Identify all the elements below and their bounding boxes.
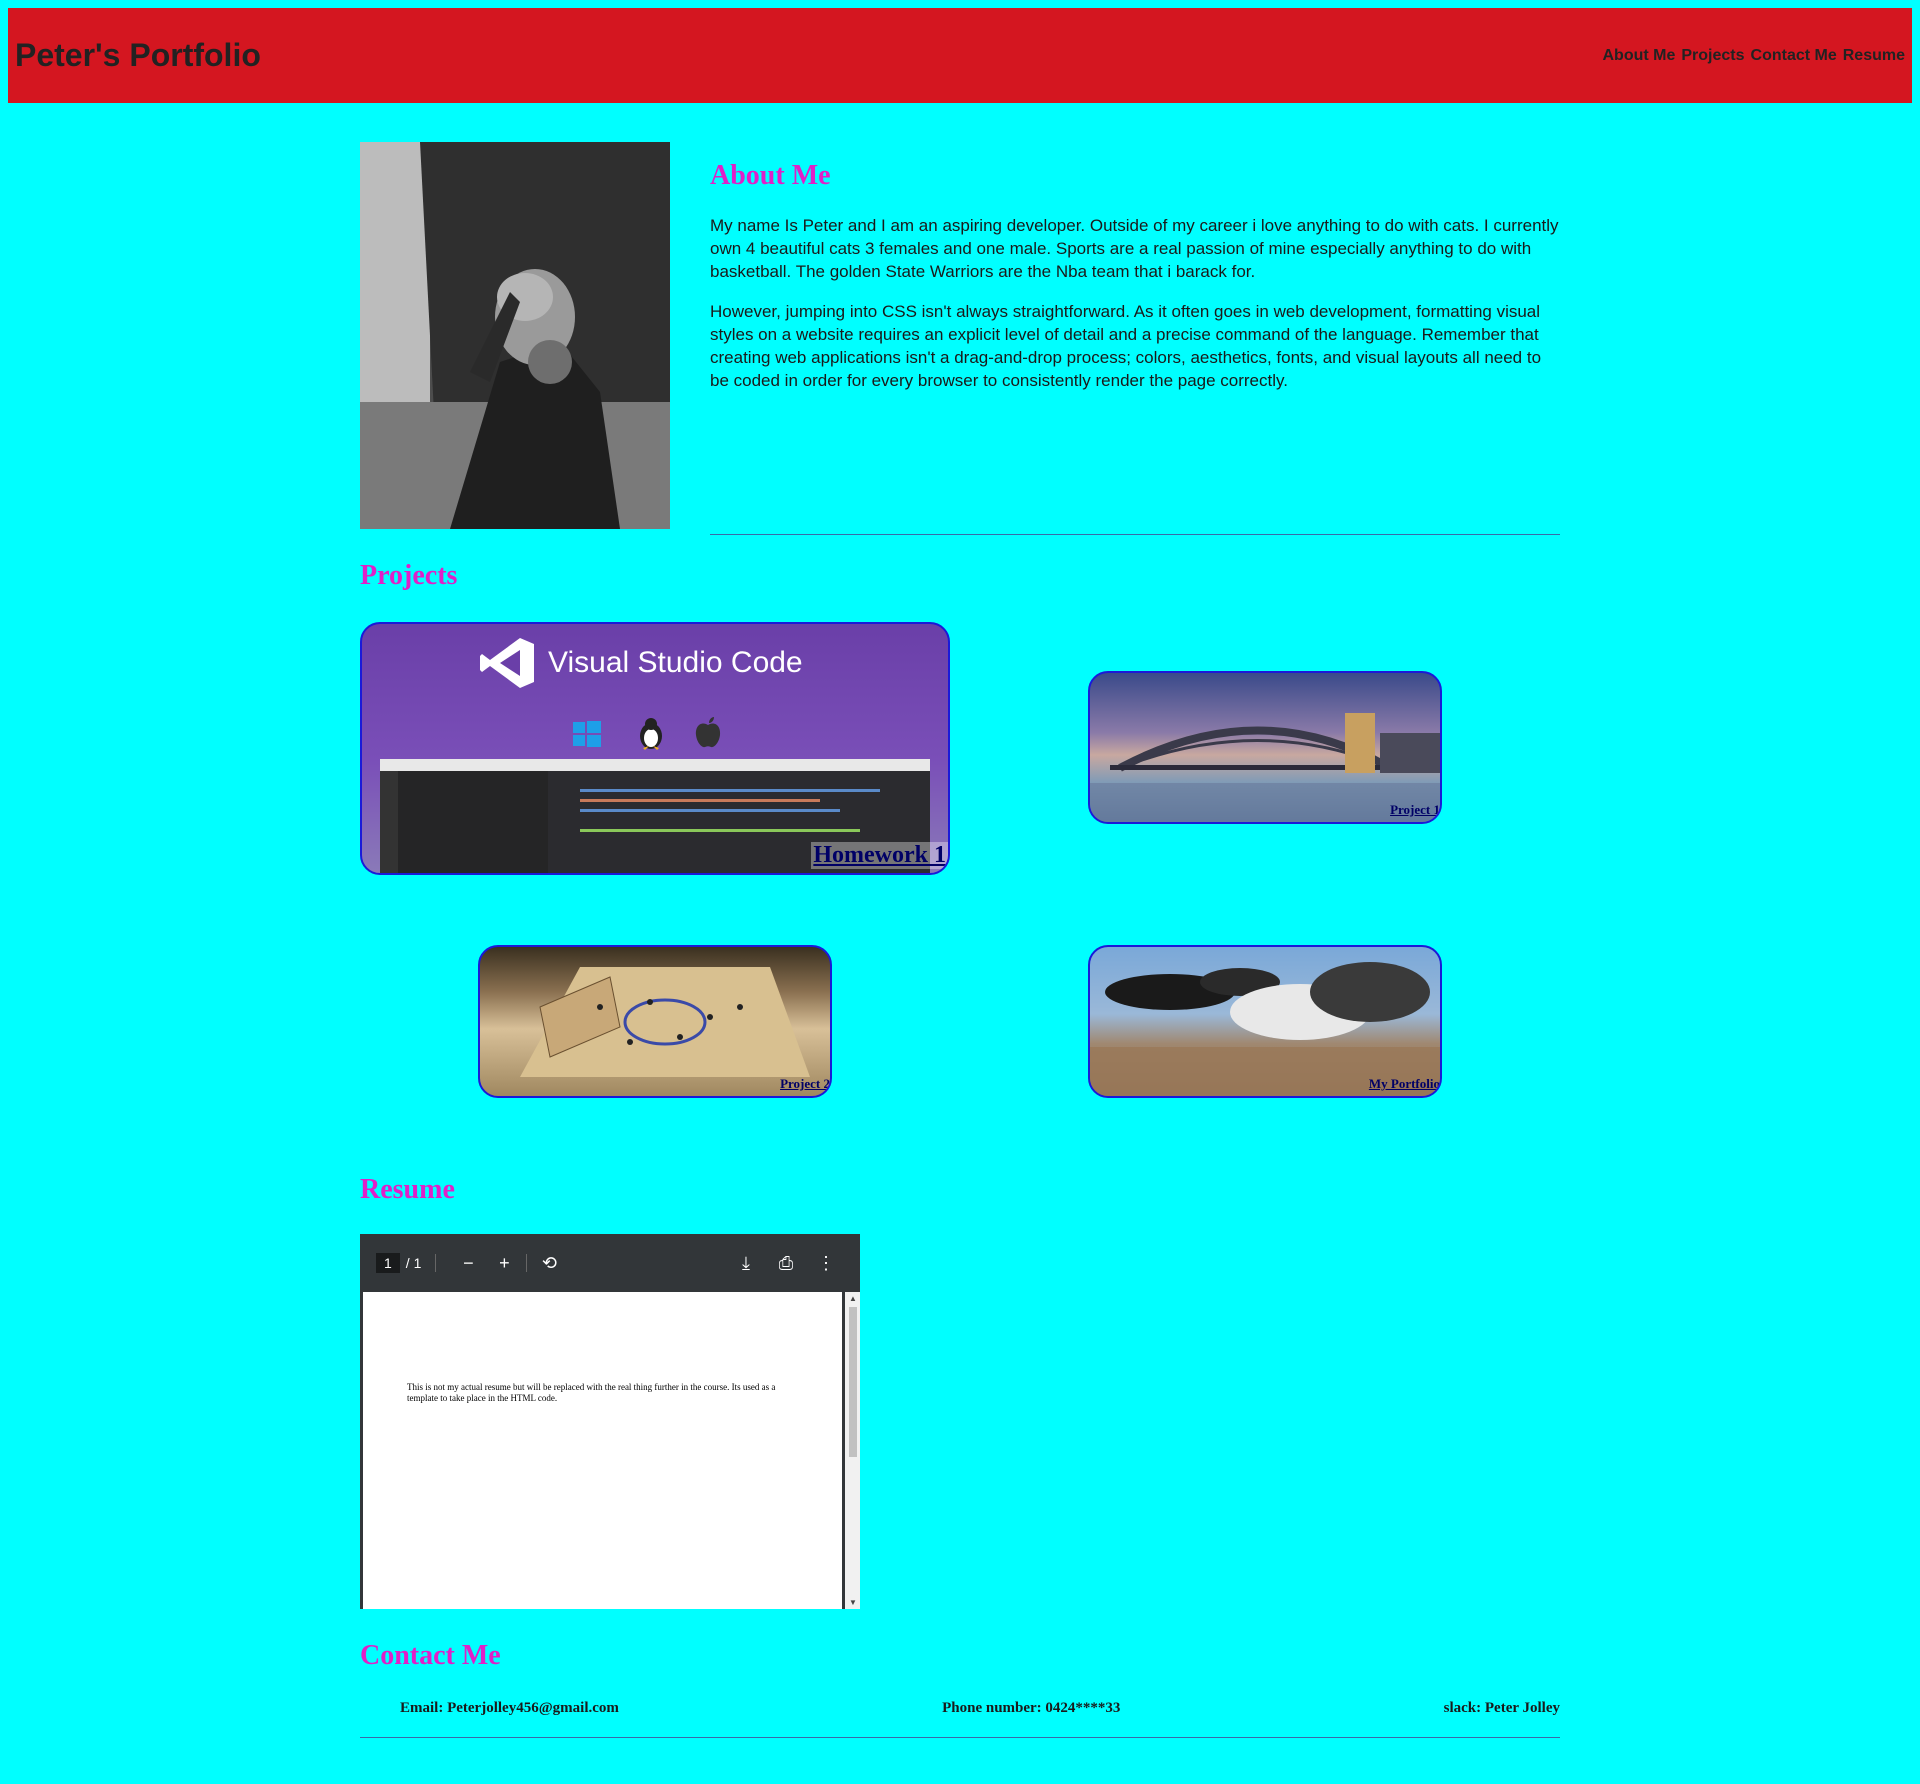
contact-slack: slack: Peter Jolley	[1443, 1700, 1560, 1716]
pdf-document-area: This is not my actual resume but will be…	[360, 1292, 860, 1609]
pdf-toolbar-divider	[435, 1254, 437, 1272]
contact-email: Email: Peterjolley456@gmail.com	[400, 1700, 619, 1716]
contact-info: Email: Peterjolley456@gmail.com Phone nu…	[360, 1700, 1560, 1724]
resume-document-text: This is not my actual resume but will be…	[407, 1382, 776, 1403]
pdf-toolbar-divider	[526, 1254, 528, 1272]
pdf-page-input[interactable]: 1	[376, 1253, 400, 1273]
about-divider	[710, 534, 1560, 535]
site-title: Peter's Portfolio	[15, 37, 261, 73]
project-label-project-1: Project 1	[1390, 802, 1440, 817]
main-nav: About Me Projects Contact Me Resume	[1603, 47, 1906, 65]
project-card-project-2[interactable]: Project 2	[478, 945, 832, 1098]
site-header: Peter's Portfolio About Me Projects Cont…	[8, 8, 1912, 103]
nav-projects[interactable]: Projects	[1681, 47, 1744, 65]
rotate-icon[interactable]: ⟲	[531, 1253, 567, 1274]
print-icon[interactable]: ⎙	[768, 1253, 804, 1274]
nav-resume[interactable]: Resume	[1843, 47, 1905, 65]
profile-photo	[360, 142, 670, 529]
project-card-homework-1[interactable]: Visual Studio Code Homework 1	[360, 622, 950, 875]
zoom-in-icon[interactable]: +	[486, 1253, 522, 1274]
contact-divider	[360, 1737, 1560, 1738]
download-icon[interactable]: ⤓	[728, 1253, 764, 1274]
resume-pdf-viewer[interactable]: 1 / 1 − + ⟲ ⤓ ⎙ ⋮ This is not my actual …	[360, 1234, 860, 1609]
vscode-logo-icon	[478, 634, 536, 692]
project-label-project-2: Project 2	[780, 1076, 830, 1091]
pdf-page-total: / 1	[405, 1255, 422, 1271]
nav-contact-me[interactable]: Contact Me	[1751, 47, 1837, 65]
contact-heading: Contact Me	[360, 1640, 501, 1671]
project-card-my-portfolio[interactable]: My Portfolio	[1088, 945, 1442, 1098]
about-text: My name Is Peter and I am an aspiring de…	[710, 214, 1560, 409]
project-card-project-1[interactable]: Project 1	[1088, 671, 1442, 824]
pdf-scrollbar[interactable]: ▲ ▼	[842, 1292, 860, 1609]
about-paragraph-2: However, jumping into CSS isn't always s…	[710, 302, 1542, 390]
about-paragraph-1: My name Is Peter and I am an aspiring de…	[710, 216, 1559, 281]
linux-icon	[637, 716, 665, 750]
nav-about-me[interactable]: About Me	[1603, 47, 1676, 65]
scroll-down-icon[interactable]: ▼	[849, 1598, 857, 1607]
contact-phone: Phone number: 0424****33	[942, 1700, 1121, 1716]
apple-icon	[694, 717, 722, 749]
zoom-out-icon[interactable]: −	[450, 1253, 486, 1274]
pdf-toolbar: 1 / 1 − + ⟲ ⤓ ⎙ ⋮	[360, 1234, 860, 1292]
resume-heading: Resume	[360, 1174, 455, 1205]
projects-heading: Projects	[360, 560, 458, 591]
project-label-homework-1: Homework 1	[811, 842, 948, 869]
project-label-my-portfolio: My Portfolio	[1368, 1076, 1440, 1091]
more-options-icon[interactable]: ⋮	[808, 1253, 844, 1274]
scroll-up-icon[interactable]: ▲	[849, 1294, 857, 1303]
about-heading: About Me	[710, 160, 831, 191]
windows-icon	[572, 719, 602, 749]
vscode-title-text: Visual Studio Code	[548, 646, 803, 679]
pdf-scroll-thumb[interactable]	[849, 1307, 857, 1457]
